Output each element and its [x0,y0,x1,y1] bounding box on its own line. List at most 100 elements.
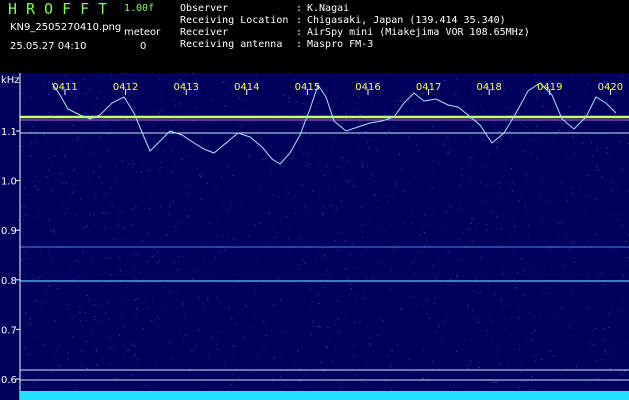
noise-dot [326,165,328,167]
noise-dot [571,75,573,77]
noise-dot [79,305,81,307]
noise-dot [512,219,514,221]
noise-dot [418,324,420,326]
noise-dot [342,157,344,159]
noise-dot [134,107,136,109]
noise-dot [463,105,465,107]
noise-dot [194,373,196,375]
noise-dot [84,79,86,81]
noise-dot [210,99,212,101]
app-title: HROFFT [8,0,117,18]
noise-dot [172,172,173,174]
noise-dot [394,244,396,246]
noise-dot [541,217,542,219]
noise-dot [619,157,621,159]
noise-dot [347,368,349,369]
noise-dot [128,218,130,220]
noise-dot [262,321,264,323]
noise-dot [312,325,314,327]
noise-dot [45,176,47,178]
noise-dot [243,337,245,338]
noise-dot [74,278,76,279]
noise-dot [523,270,525,272]
noise-dot [485,184,486,186]
noise-dot [208,268,210,270]
noise-dot [432,368,434,370]
noise-dot [521,194,523,196]
noise-dot [362,288,364,290]
noise-dot [169,204,171,206]
noise-dot [240,203,242,205]
noise-dot [280,266,282,268]
noise-dot [66,208,68,210]
noise-dot [142,162,144,163]
noise-dot [497,346,499,348]
noise-dot [172,120,174,122]
noise-dot [423,324,425,326]
noise-dot [518,199,520,201]
noise-dot [432,172,434,174]
noise-dot [352,187,354,189]
noise-dot [435,129,437,130]
noise-dot [99,165,100,167]
noise-dot [220,176,222,178]
noise-dot [608,313,610,315]
noise-dot [93,304,95,305]
noise-dot [487,229,488,231]
noise-dot [359,134,361,136]
noise-dot [371,174,373,175]
noise-dot [72,139,74,141]
noise-dot [544,268,546,270]
noise-dot [520,371,521,373]
noise-dot [516,271,518,273]
noise-dot [193,336,195,338]
noise-dot [327,168,329,170]
noise-dot [429,186,431,188]
noise-dot [624,370,626,372]
noise-dot [334,240,336,242]
noise-dot [131,223,133,225]
noise-dot [428,378,430,380]
noise-dot [227,165,229,167]
noise-dot [476,293,478,294]
noise-dot [236,183,238,185]
noise-dot [45,362,47,364]
noise-dot [490,212,492,214]
noise-dot [171,149,173,151]
noise-dot [377,335,379,337]
noise-dot [506,363,508,365]
noise-dot [174,104,176,106]
time-tick-label: 0420 [598,82,623,93]
noise-dot [85,319,87,321]
noise-dot [572,193,574,195]
noise-dot [116,78,118,80]
noise-dot [299,380,301,382]
noise-dot [455,94,457,95]
noise-dot [370,99,372,101]
noise-dot [310,122,312,124]
noise-dot [110,274,112,276]
noise-dot [362,236,364,238]
noise-dot [223,362,225,364]
noise-dot [479,257,481,259]
noise-dot [564,268,566,270]
noise-dot [344,240,346,242]
noise-dot [411,222,413,224]
noise-dot [273,231,275,233]
noise-dot [48,169,49,171]
noise-dot [164,78,166,79]
noise-dot [42,84,44,86]
noise-dot [90,228,92,230]
noise-dot [374,139,376,141]
noise-dot [524,204,526,206]
noise-dot [86,225,88,226]
noise-dot [338,382,340,384]
noise-dot [438,272,440,274]
noise-dot [353,178,355,180]
noise-dot [179,103,181,105]
noise-dot [451,318,453,320]
noise-dot [515,360,517,362]
noise-dot [596,328,598,330]
noise-dot [410,110,412,112]
noise-dot [432,126,434,128]
